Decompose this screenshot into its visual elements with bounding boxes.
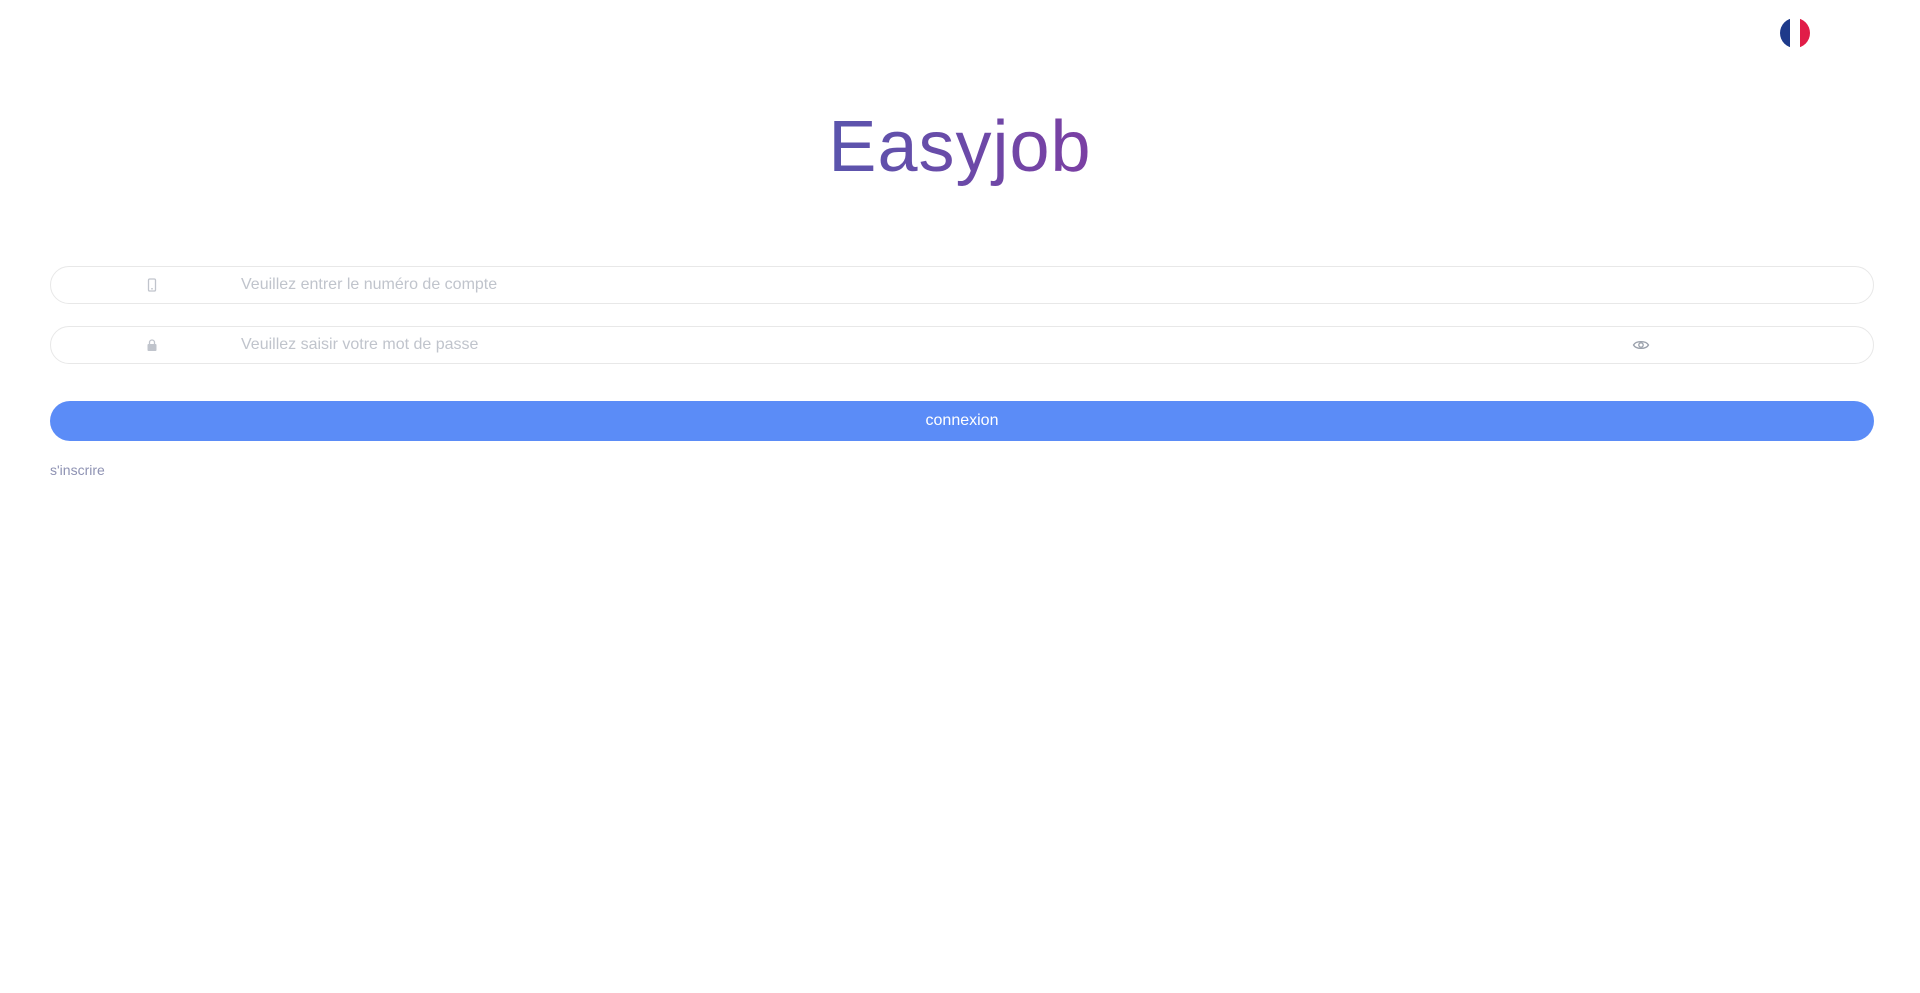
eye-icon[interactable]: [1632, 338, 1650, 352]
lock-icon: [147, 339, 157, 351]
language-flag-icon[interactable]: [1780, 18, 1810, 48]
phone-icon: [147, 278, 157, 292]
password-input[interactable]: [241, 327, 1621, 363]
register-link[interactable]: s'inscrire: [50, 462, 105, 478]
flag-stripe-red: [1800, 18, 1810, 48]
account-input[interactable]: [241, 267, 1841, 303]
account-field: [50, 266, 1874, 304]
flag-stripe-white: [1790, 18, 1800, 48]
flag-stripe-blue: [1780, 18, 1790, 48]
brand-title-text: Easyjob: [828, 107, 1092, 187]
brand-title: Easyjob: [0, 104, 1920, 190]
password-field: [50, 326, 1874, 364]
login-page: Easyjob connexion s'inscrire: [0, 0, 1920, 993]
login-button[interactable]: connexion: [50, 401, 1874, 441]
